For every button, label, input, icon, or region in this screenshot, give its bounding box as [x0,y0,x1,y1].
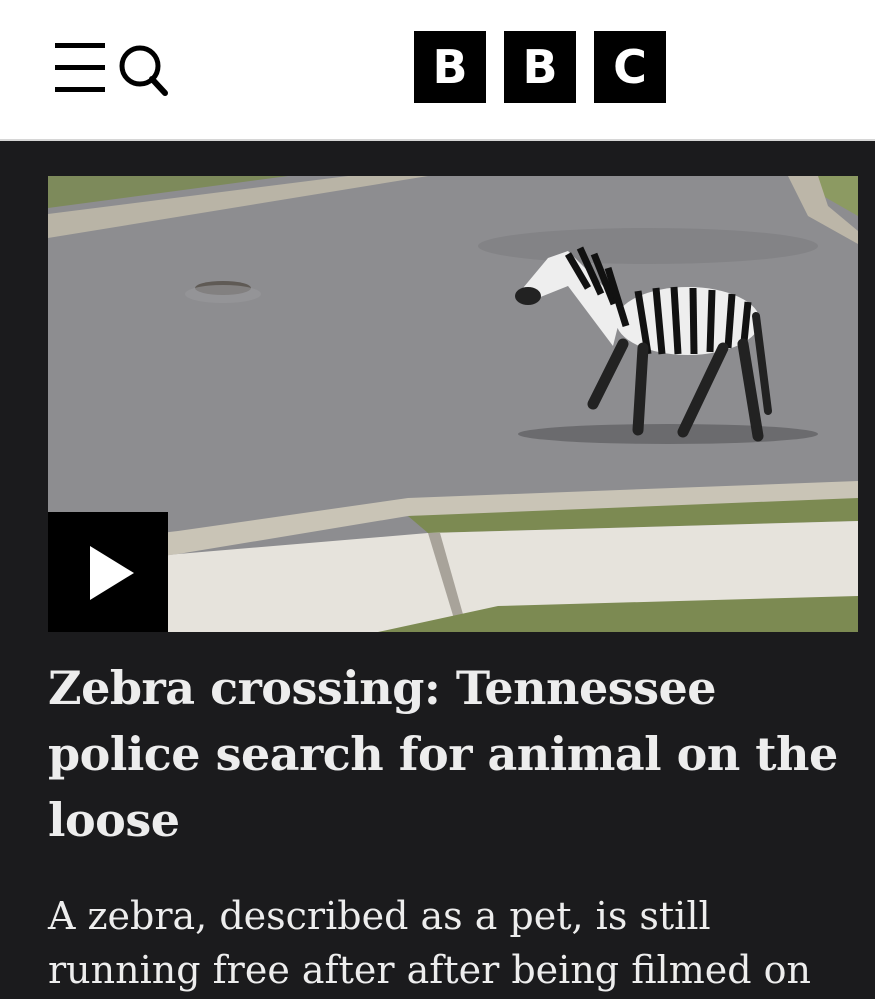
logo-letter-c: C [594,31,666,103]
search-icon [119,45,168,96]
site-header: B B C [0,0,875,141]
bbc-logo[interactable]: B B C [414,31,666,103]
video-thumbnail[interactable] [48,176,858,632]
play-icon [90,546,134,600]
menu-icon [55,43,105,92]
logo-letter-b2: B [504,31,576,103]
article-card[interactable]: Zebra crossing: Tennessee police search … [0,141,875,999]
logo-letter-b1: B [414,31,486,103]
article-headline[interactable]: Zebra crossing: Tennessee police search … [48,655,848,853]
play-button[interactable] [48,512,168,632]
menu-search-button[interactable] [52,40,172,96]
article-summary: A zebra, described as a pet, is still ru… [48,894,811,992]
zebra-thumbnail-image [48,176,858,632]
menu-search-icon [55,43,168,96]
